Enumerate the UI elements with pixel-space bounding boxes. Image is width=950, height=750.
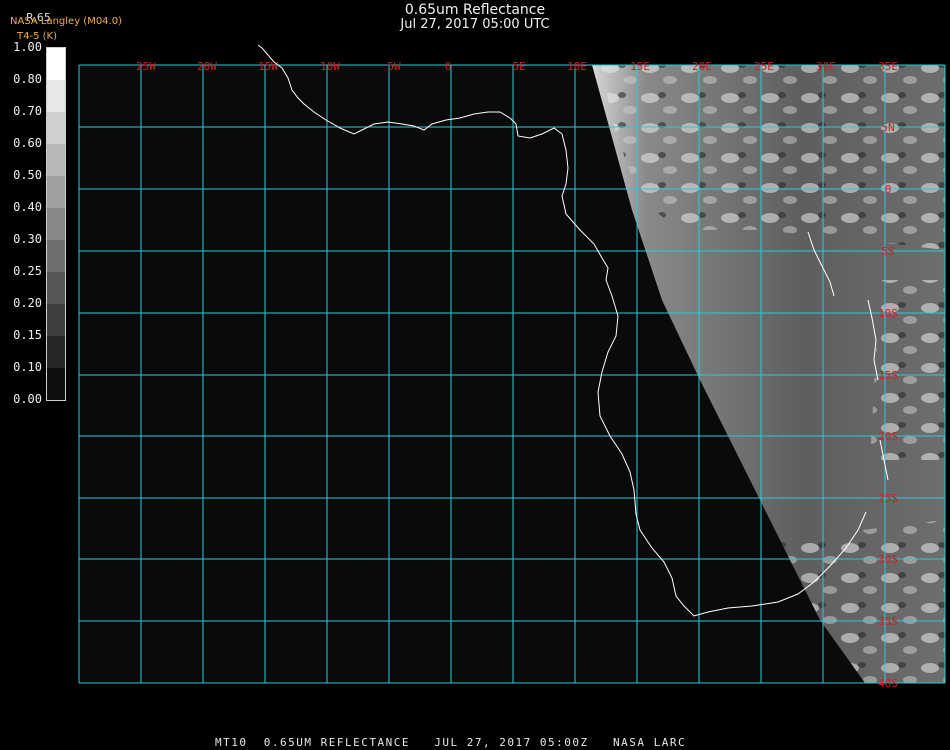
latitude-label: 5S bbox=[881, 245, 894, 258]
latitude-label: 20S bbox=[878, 430, 898, 443]
footer-caption: MT10 0.65UM REFLECTANCE JUL 27, 2017 05:… bbox=[215, 736, 687, 749]
satellite-map: 25W 20W 15W 10W 5W 0 5E 10E 15E 20E 25E 30E 35E 5N 0 5… bbox=[78, 44, 946, 690]
longitude-label: 10W bbox=[320, 60, 340, 73]
latitude-label: 35S bbox=[878, 615, 898, 628]
latitude-label: 15S bbox=[878, 369, 898, 382]
latitude-label: 25S bbox=[878, 492, 898, 505]
latitude-label: 30S bbox=[878, 553, 898, 566]
longitude-label: 35E bbox=[878, 60, 898, 73]
longitude-label: 25E bbox=[754, 60, 774, 73]
longitude-label: 15E bbox=[630, 60, 650, 73]
latitude-label: 10S bbox=[878, 307, 898, 320]
longitude-label: 15W bbox=[258, 60, 278, 73]
longitude-label: 30E bbox=[816, 60, 836, 73]
longitude-label: 10E bbox=[567, 60, 587, 73]
longitude-label: 20W bbox=[197, 60, 217, 73]
longitude-label: 0 bbox=[445, 60, 452, 73]
longitude-label: 5W bbox=[387, 60, 401, 73]
longitude-label: 25W bbox=[136, 60, 156, 73]
longitude-label: 20E bbox=[692, 60, 712, 73]
latitude-label: 40S bbox=[878, 677, 898, 690]
latitude-label: 0 bbox=[885, 183, 892, 196]
longitude-label: 5E bbox=[512, 60, 525, 73]
latitude-label: 5N bbox=[881, 121, 894, 134]
